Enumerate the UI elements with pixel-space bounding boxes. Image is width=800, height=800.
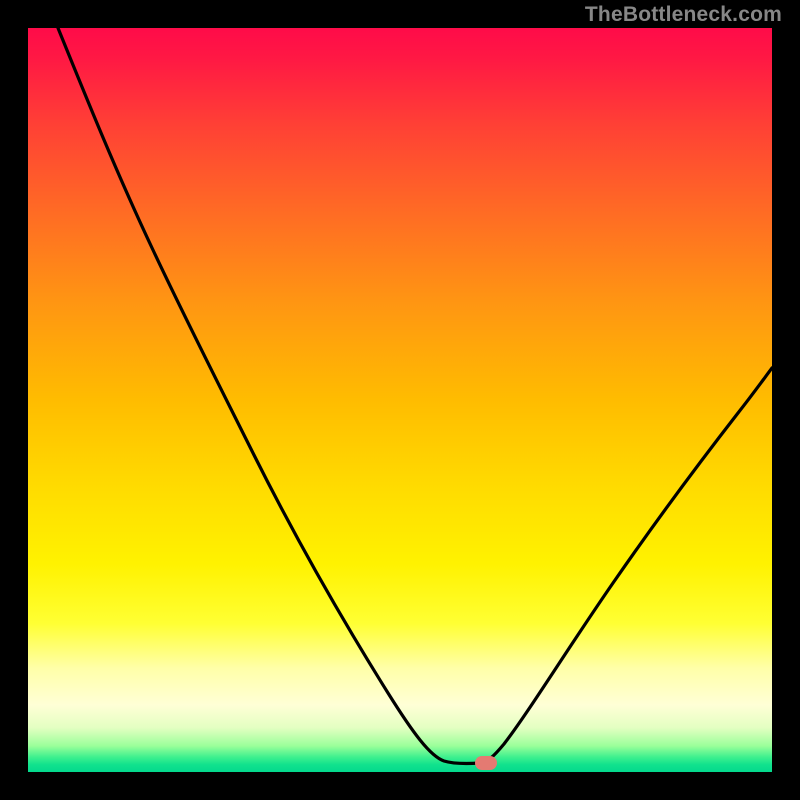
optimal-marker (475, 756, 497, 770)
curve-svg (28, 28, 772, 772)
bottleneck-curve (58, 28, 772, 764)
watermark-text: TheBottleneck.com (585, 3, 782, 27)
plot-area (28, 28, 772, 772)
